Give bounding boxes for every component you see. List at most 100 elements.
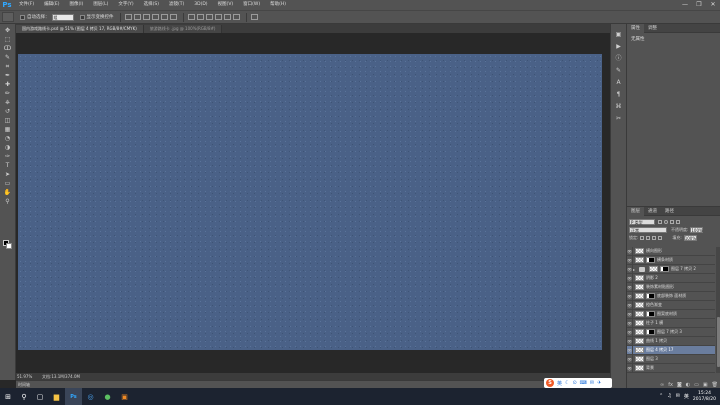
align-hcenter-icon[interactable] xyxy=(160,14,168,20)
visibility-eye-icon[interactable]: 👁 xyxy=(627,273,633,283)
menu-item[interactable]: 帮助(H) xyxy=(265,0,291,10)
show-transform-checkbox[interactable] xyxy=(79,14,85,20)
layer-row[interactable]: 👁 横向图形 xyxy=(627,247,715,256)
browser-app-icon[interactable]: ◎ xyxy=(82,388,99,405)
timeline-tab[interactable]: 时间轴 xyxy=(16,380,610,388)
sogou-logo-icon[interactable]: S xyxy=(546,379,554,387)
document-tab-active[interactable]: 国内游戏路线卡.psd @ 51% (图层 4 拷贝 17, RGB/8#/CM… xyxy=(16,25,144,33)
fill-input[interactable]: 100% xyxy=(683,235,697,241)
move-tool-preset-icon[interactable] xyxy=(2,12,14,22)
tab-channels[interactable]: 通道 xyxy=(644,207,661,216)
ime-mode[interactable]: 英 xyxy=(557,380,562,387)
visibility-eye-icon[interactable]: 👁 xyxy=(627,309,633,319)
layer-scrollbar[interactable] xyxy=(716,247,720,373)
visibility-eye-icon[interactable]: 👁 xyxy=(627,247,633,256)
hand-tool-icon[interactable]: ✋ xyxy=(3,189,13,197)
tab-paths[interactable]: 路径 xyxy=(661,207,678,216)
lock-all-icon[interactable] xyxy=(658,236,663,240)
ime-tool-icon[interactable]: ☾ xyxy=(565,380,569,386)
eyedropper-icon[interactable]: ✒ xyxy=(3,72,13,80)
layer-row[interactable]: 👁 装饰素材贴图形 xyxy=(627,282,715,292)
distribute-hcenter-icon[interactable] xyxy=(223,14,231,20)
visibility-eye-icon[interactable]: 👁 xyxy=(627,282,633,292)
tool-presets-icon[interactable]: ✂ xyxy=(615,115,623,123)
actions-icon[interactable]: ▶ xyxy=(615,43,623,51)
tray-icon[interactable]: ♫ xyxy=(667,393,671,400)
layer-row[interactable]: 👁 底部装饰 面材质 xyxy=(627,291,715,301)
shape-tool-icon[interactable]: ▭ xyxy=(3,180,13,188)
brush-panel-icon[interactable]: ✎ xyxy=(615,67,623,75)
visibility-eye-icon[interactable]: 👁 xyxy=(627,255,633,265)
align-top-icon[interactable] xyxy=(124,14,132,20)
visibility-eye-icon[interactable]: 👁 xyxy=(627,327,633,337)
visibility-eye-icon[interactable]: 👁 xyxy=(627,354,633,364)
history-brush-icon[interactable]: ↺ xyxy=(3,108,13,116)
menu-item[interactable]: 选择(S) xyxy=(139,0,164,10)
layer-row[interactable]: 👁 曲线 1 拷贝 xyxy=(627,336,715,346)
layer-kind-filter[interactable]: P 类型 xyxy=(629,219,655,225)
distribute-vcenter-icon[interactable] xyxy=(196,14,204,20)
ime-tool-icon[interactable]: ⌨ xyxy=(580,380,587,386)
tab-adjustments[interactable]: 调整 xyxy=(644,24,661,33)
marquee-tool-icon[interactable]: ⬚ xyxy=(3,36,13,44)
menu-item[interactable]: 滤镜(T) xyxy=(164,0,189,10)
search-icon[interactable]: ⚲ xyxy=(16,388,32,405)
app-orange-icon[interactable]: ▣ xyxy=(116,388,133,405)
align-left-icon[interactable] xyxy=(151,14,159,20)
tray-icon[interactable]: ⌃ xyxy=(659,393,663,400)
info-icon[interactable]: ⓘ xyxy=(615,55,623,63)
lock-position-icon[interactable] xyxy=(652,236,657,240)
brush-tool-icon[interactable]: ✏ xyxy=(3,90,13,98)
auto-select-dropdown[interactable]: 组 xyxy=(51,13,74,21)
app-green-icon[interactable]: ● xyxy=(99,388,116,405)
filter-type-icon[interactable] xyxy=(670,220,674,224)
menu-item[interactable]: 视图(V) xyxy=(213,0,239,10)
expand-arrow-icon[interactable]: ▸ xyxy=(633,267,637,272)
move-tool-icon[interactable]: ✥ xyxy=(3,27,13,35)
zoom-level[interactable]: 51.97% xyxy=(16,374,32,379)
minimize-icon[interactable]: — xyxy=(678,0,692,10)
zoom-tool-icon[interactable]: ⚲ xyxy=(3,198,13,206)
align-right-icon[interactable] xyxy=(169,14,177,20)
menu-item[interactable]: 3D(D) xyxy=(189,0,212,10)
dodge-tool-icon[interactable]: ◑ xyxy=(3,144,13,152)
tray-icon[interactable]: 英 xyxy=(684,393,689,400)
layer-row[interactable]: 👁 图案底材质 xyxy=(627,309,715,319)
filter-adjust-icon[interactable] xyxy=(664,220,668,224)
distribute-right-icon[interactable] xyxy=(232,14,240,20)
clone-source-icon[interactable]: ⌘ xyxy=(615,103,623,111)
visibility-eye-icon[interactable]: 👁 xyxy=(627,291,633,301)
restore-icon[interactable]: ❐ xyxy=(692,0,706,10)
layer-row[interactable]: 👁 图层 4 拷贝 17 xyxy=(627,345,715,355)
layer-row[interactable]: 👁 图层 7 拷贝 3 xyxy=(627,327,715,337)
paragraph-icon[interactable]: ¶ xyxy=(615,91,623,99)
lock-transparent-icon[interactable] xyxy=(640,236,645,240)
character-icon[interactable]: A xyxy=(615,79,623,87)
visibility-eye-icon[interactable]: 👁 xyxy=(627,363,633,373)
visibility-eye-icon[interactable]: 👁 xyxy=(627,300,633,310)
ime-tool-icon[interactable]: ✉ xyxy=(590,380,594,386)
menu-item[interactable]: 窗口(W) xyxy=(238,0,265,10)
background-color-swatch[interactable] xyxy=(6,243,12,249)
pen-tool-icon[interactable]: ✑ xyxy=(3,153,13,161)
visibility-eye-icon[interactable]: 👁 xyxy=(627,345,633,355)
layer-row[interactable]: 👁 背景 xyxy=(627,363,715,373)
layer-row[interactable]: 👁 ▸ 图层 7 拷贝 2 xyxy=(627,264,715,274)
document-canvas[interactable] xyxy=(18,54,602,350)
distribute-left-icon[interactable] xyxy=(214,14,222,20)
menu-item[interactable]: 编辑(E) xyxy=(39,0,64,10)
layer-row[interactable]: 👁 柱子 1 横 xyxy=(627,318,715,328)
history-icon[interactable]: ▣ xyxy=(615,31,623,39)
filter-shape-icon[interactable] xyxy=(676,220,680,224)
tray-icon[interactable]: ✉ xyxy=(676,393,680,400)
tab-properties[interactable]: 属性 xyxy=(627,23,644,33)
opacity-input[interactable]: 100% xyxy=(690,227,704,233)
menu-item[interactable]: 文字(Y) xyxy=(113,0,138,10)
file-explorer-icon[interactable]: ▆ xyxy=(48,388,65,405)
distribute-bottom-icon[interactable] xyxy=(205,14,213,20)
eraser-icon[interactable]: ◫ xyxy=(3,117,13,125)
blur-tool-icon[interactable]: ◔ xyxy=(3,135,13,143)
close-icon[interactable]: ✕ xyxy=(706,0,720,10)
crop-tool-icon[interactable]: ⌗ xyxy=(3,63,13,71)
blend-mode-dropdown[interactable]: 正常 xyxy=(629,227,667,233)
